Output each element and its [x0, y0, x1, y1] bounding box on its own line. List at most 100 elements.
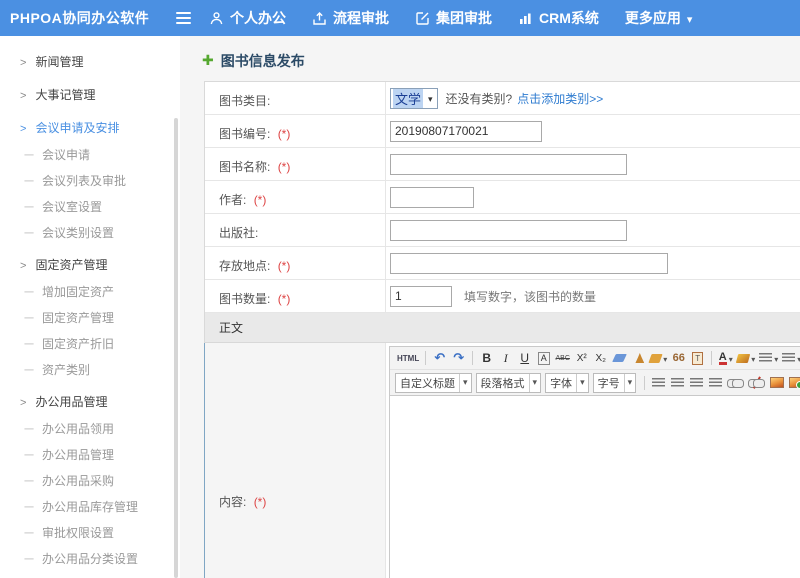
sidebar-item-supplies-purchase[interactable]: 办公用品采购: [0, 467, 180, 493]
ordered-list-button[interactable]: [759, 349, 778, 367]
location-input[interactable]: [390, 253, 668, 274]
highlight-button[interactable]: [737, 349, 755, 367]
sidebar-scrollbar[interactable]: [174, 118, 178, 578]
book-no-input[interactable]: [390, 121, 542, 142]
caret-down-icon: [624, 374, 636, 392]
sidebar-item-approval-permission[interactable]: 审批权限设置: [0, 519, 180, 545]
sidebar-group-meeting[interactable]: 会议申请及安排: [0, 114, 180, 141]
category-note: 还没有类别?: [446, 90, 513, 107]
subscript-button[interactable]: X₂: [593, 349, 608, 367]
required-mark: (*): [278, 127, 291, 141]
dash-icon: [24, 336, 42, 351]
category-select[interactable]: 文学: [390, 88, 438, 109]
page-title: 图书信息发布: [202, 51, 800, 71]
paste-text-button[interactable]: T: [690, 349, 705, 367]
clean-format-button[interactable]: [631, 349, 646, 367]
format-brush-icon: [649, 354, 663, 363]
dash-icon: [24, 525, 42, 540]
align-right-button[interactable]: [689, 374, 704, 392]
add-category-link[interactable]: 点击添加类别>>: [517, 90, 603, 107]
sidebar-item-asset-manage[interactable]: 固定资产管理: [0, 304, 180, 330]
font-size-dropdown[interactable]: 字号: [593, 373, 637, 393]
sidebar-item-meeting-list[interactable]: 会议列表及审批: [0, 167, 180, 193]
custom-title-dropdown[interactable]: 自定义标题: [395, 373, 472, 393]
sidebar-item-add-asset[interactable]: 增加固定资产: [0, 278, 180, 304]
eraser-icon: [612, 354, 627, 362]
sidebar: 新闻管理 大事记管理 会议申请及安排 会议申请 会议列表及审批 会议室设置 会议…: [0, 36, 180, 578]
sidebar-group-fixed-assets[interactable]: 固定资产管理: [0, 251, 180, 278]
field-label: 作者:: [219, 193, 246, 207]
image-button[interactable]: [769, 374, 784, 392]
font-box-button[interactable]: A: [536, 349, 551, 367]
sidebar-item-meeting-category[interactable]: 会议类别设置: [0, 219, 180, 245]
form-row-location: 存放地点: (*): [205, 247, 800, 280]
italic-button[interactable]: I: [498, 349, 513, 367]
chevron-right-icon: [20, 395, 35, 409]
nav-workflow-approval[interactable]: 流程审批: [312, 8, 389, 28]
paragraph-format-dropdown[interactable]: 段落格式: [476, 373, 542, 393]
sidebar-item-supplies-manage[interactable]: 办公用品管理: [0, 441, 180, 467]
form-row-book-no: 图书编号: (*): [205, 115, 800, 148]
nav-more-apps[interactable]: 更多应用: [625, 8, 693, 28]
quantity-input[interactable]: [390, 286, 452, 307]
caret-down-icon: [576, 374, 588, 392]
sidebar-item-supplies-claim[interactable]: 办公用品领用: [0, 415, 180, 441]
sidebar-item-asset-depreciation[interactable]: 固定资产折旧: [0, 330, 180, 356]
toolbar-separator: [711, 351, 712, 365]
align-right-icon: [690, 378, 703, 388]
strikethrough-button[interactable]: ABC: [555, 349, 570, 367]
caret-down-icon: [729, 349, 733, 367]
publisher-input[interactable]: [390, 220, 627, 241]
nav-crm-system[interactable]: CRM系统: [518, 8, 599, 28]
edit-square-icon: [415, 11, 430, 26]
toolbar-separator: [644, 376, 645, 390]
sidebar-group-news[interactable]: 新闻管理: [0, 48, 180, 75]
book-name-input[interactable]: [390, 154, 627, 175]
align-center-button[interactable]: [670, 374, 685, 392]
field-label: 图书数量:: [219, 292, 270, 306]
redo-button[interactable]: ↷: [451, 349, 466, 367]
required-mark: (*): [254, 495, 267, 509]
sidebar-item-supplies-category[interactable]: 办公用品分类设置: [0, 545, 180, 571]
link-button[interactable]: [727, 374, 744, 392]
sidebar-item-meeting-apply[interactable]: 会议申请: [0, 141, 180, 167]
format-brush-button[interactable]: [650, 349, 667, 367]
chevron-right-icon: [20, 88, 35, 102]
dash-icon: [24, 499, 42, 514]
caret-down-icon: [459, 374, 471, 392]
main-content: 图书信息发布 图书类目: 文学 还没有类别? 点击添加类别>>: [180, 36, 800, 578]
add-icon: [202, 52, 214, 70]
sidebar-item-meeting-room[interactable]: 会议室设置: [0, 193, 180, 219]
sidebar-item-asset-category[interactable]: 资产类别: [0, 356, 180, 382]
chevron-right-icon: [20, 55, 35, 69]
quantity-hint: 填写数字，该图书的数量: [464, 288, 596, 305]
form-row-quantity: 图书数量: (*) 填写数字，该图书的数量: [205, 280, 800, 313]
blockquote-button[interactable]: 66: [671, 349, 686, 367]
editor-content[interactable]: [390, 396, 800, 578]
font-family-dropdown[interactable]: 字体: [545, 373, 589, 393]
font-color-button[interactable]: A: [718, 349, 733, 367]
undo-button[interactable]: ↶: [432, 349, 447, 367]
field-label: 图书编号:: [219, 127, 270, 141]
author-input[interactable]: [390, 187, 474, 208]
sidebar-group-memorabilia[interactable]: 大事记管理: [0, 81, 180, 108]
nav-personal-office[interactable]: 个人办公: [209, 8, 286, 28]
unordered-list-button[interactable]: [782, 349, 800, 367]
html-source-button[interactable]: HTML: [397, 349, 419, 367]
insert-image-button[interactable]: [788, 374, 800, 392]
form-row-content: 内容: (*) HTML ↶ ↷ B I: [204, 343, 800, 578]
sidebar-group-office-supplies[interactable]: 办公用品管理: [0, 388, 180, 415]
align-justify-button[interactable]: [708, 374, 723, 392]
nav-group-approval[interactable]: 集团审批: [415, 8, 492, 28]
sidebar-item-supplies-inventory[interactable]: 办公用品库存管理: [0, 493, 180, 519]
eraser-button[interactable]: [612, 349, 627, 367]
dash-icon: [24, 362, 42, 377]
menu-toggle-icon[interactable]: [176, 12, 191, 24]
category-select-value: 文学: [393, 89, 423, 108]
bold-button[interactable]: B: [479, 349, 494, 367]
underline-button[interactable]: U: [517, 349, 532, 367]
superscript-button[interactable]: X²: [574, 349, 589, 367]
dash-icon: [24, 310, 42, 325]
align-left-button[interactable]: [651, 374, 666, 392]
unlink-button[interactable]: [748, 374, 765, 392]
